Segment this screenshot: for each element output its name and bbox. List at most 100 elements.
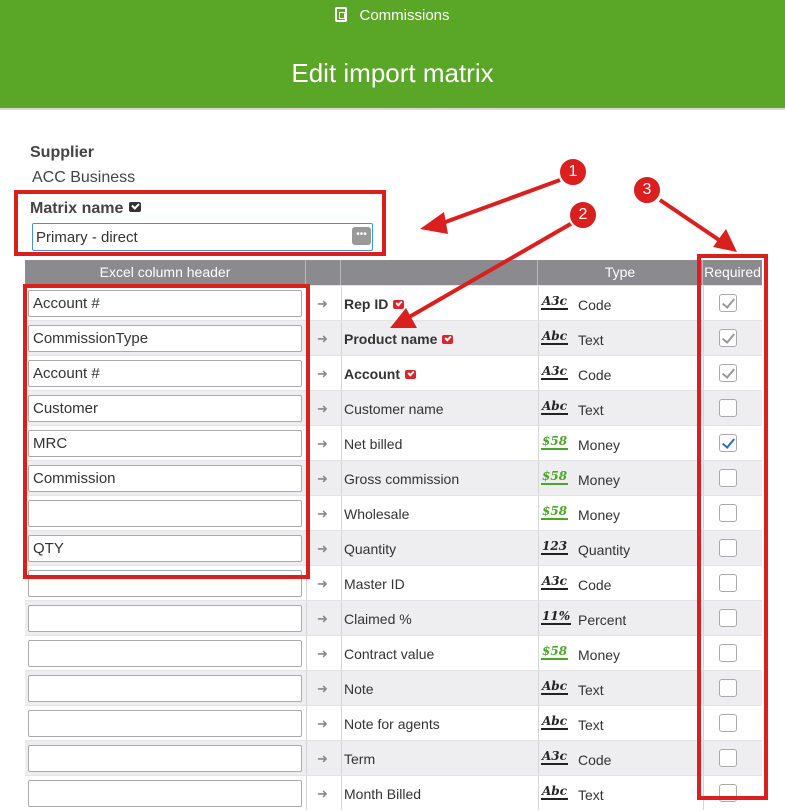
required-checkbox[interactable] (719, 364, 737, 382)
required-checkbox[interactable] (719, 609, 737, 627)
cell-divider (341, 461, 342, 495)
cell-divider (703, 636, 704, 670)
required-checkbox[interactable] (719, 749, 737, 767)
table-row: ➜ Gross commission $58 Money (25, 460, 762, 495)
type-icon: $58 (541, 644, 569, 660)
excel-column-input[interactable] (28, 745, 302, 772)
excel-column-input[interactable] (28, 675, 302, 702)
cell-divider (341, 426, 342, 460)
excel-column-input[interactable] (28, 325, 302, 352)
type-icon: Abc (541, 714, 569, 730)
cell-divider (341, 286, 342, 320)
type-icon: Abc (541, 399, 569, 415)
cell-divider (538, 671, 539, 705)
excel-column-input[interactable] (28, 535, 302, 562)
annotation-callout-3: 3 (632, 175, 662, 205)
field-name: Note (344, 681, 374, 697)
cell-divider (306, 321, 307, 355)
cell-divider (538, 461, 539, 495)
cell-divider (703, 426, 704, 460)
table-row: ➜ Customer name Abc Text (25, 390, 762, 425)
excel-column-input[interactable] (28, 710, 302, 737)
table-row: ➜ Account A3c Code (25, 355, 762, 390)
cell-divider (306, 356, 307, 390)
cell-divider (538, 741, 539, 775)
field-name-text: Quantity (344, 541, 397, 557)
field-name-text: Term (344, 751, 376, 767)
app-name: Commissions (359, 7, 450, 24)
cell-divider (341, 566, 342, 600)
cell-divider (341, 776, 342, 810)
type-icon: A3c (541, 574, 568, 590)
import-matrix-table: Excel column header Type Required ➜ Rep I… (25, 260, 762, 810)
required-checkbox[interactable] (719, 574, 737, 592)
cell-divider (306, 601, 307, 635)
commissions-icon (335, 7, 348, 22)
required-checkbox[interactable] (719, 399, 737, 417)
cell-divider (538, 356, 539, 390)
required-checkbox[interactable] (719, 469, 737, 487)
cell-divider (538, 566, 539, 600)
required-checkbox[interactable] (719, 539, 737, 557)
cell-divider (341, 391, 342, 425)
cell-divider (341, 741, 342, 775)
cell-divider (306, 496, 307, 530)
required-checkbox[interactable] (719, 294, 737, 312)
excel-column-input[interactable] (28, 640, 302, 667)
field-name-text: Customer name (344, 401, 444, 417)
excel-column-input[interactable] (28, 395, 302, 422)
cell-divider (306, 741, 307, 775)
cell-divider (703, 741, 704, 775)
required-checkbox[interactable] (719, 329, 737, 347)
cell-divider (703, 671, 704, 705)
type-icon: Abc (541, 679, 569, 695)
column-header-arrow (306, 260, 341, 285)
cell-divider (703, 496, 704, 530)
excel-column-input[interactable] (28, 430, 302, 457)
cell-divider (306, 566, 307, 600)
cell-divider (703, 391, 704, 425)
excel-column-input[interactable] (28, 290, 302, 317)
type-label: Code (578, 752, 612, 768)
excel-column-input[interactable] (28, 360, 302, 387)
required-checkbox[interactable] (719, 784, 737, 802)
column-header-required: Required (704, 264, 761, 280)
arrow-right-icon: ➜ (317, 786, 328, 801)
required-field-icon (393, 300, 405, 309)
matrix-name-input[interactable] (32, 223, 373, 251)
required-checkbox[interactable] (719, 679, 737, 697)
more-options-button[interactable]: ••• (352, 227, 371, 245)
excel-column-input[interactable] (28, 605, 302, 632)
required-checkbox[interactable] (719, 504, 737, 522)
type-label: Percent (578, 612, 627, 628)
field-name-text: Claimed % (344, 611, 412, 627)
required-checkbox[interactable] (719, 644, 737, 662)
field-name-text: Note (344, 681, 374, 697)
field-name: Net billed (344, 436, 402, 452)
table-row: ➜ Rep ID A3c Code (25, 285, 762, 320)
type-label: Text (578, 787, 604, 803)
cell-divider (538, 426, 539, 460)
type-label: Text (578, 682, 604, 698)
field-name-text: Rep ID (344, 296, 389, 312)
cell-divider (538, 321, 539, 355)
cell-divider (306, 461, 307, 495)
matrix-name-label-text: Matrix name (30, 200, 124, 217)
excel-column-input[interactable] (28, 780, 302, 807)
field-name: Note for agents (344, 716, 440, 732)
app-name-line: Commissions (0, 7, 785, 24)
table-row: ➜ Note for agents Abc Text (25, 705, 762, 740)
column-header-type: Type (538, 260, 703, 285)
type-label: Text (578, 332, 604, 348)
excel-column-input[interactable] (28, 465, 302, 492)
field-name: Contract value (344, 646, 434, 662)
required-checkbox[interactable] (719, 434, 737, 452)
cell-divider (538, 531, 539, 565)
arrow-right-icon: ➜ (317, 436, 328, 451)
cell-divider (703, 461, 704, 495)
field-name-text: Product name (344, 331, 438, 347)
excel-column-input[interactable] (28, 570, 302, 597)
excel-column-input[interactable] (28, 500, 302, 527)
required-checkbox[interactable] (719, 714, 737, 732)
supplier-label: Supplier (30, 144, 95, 161)
